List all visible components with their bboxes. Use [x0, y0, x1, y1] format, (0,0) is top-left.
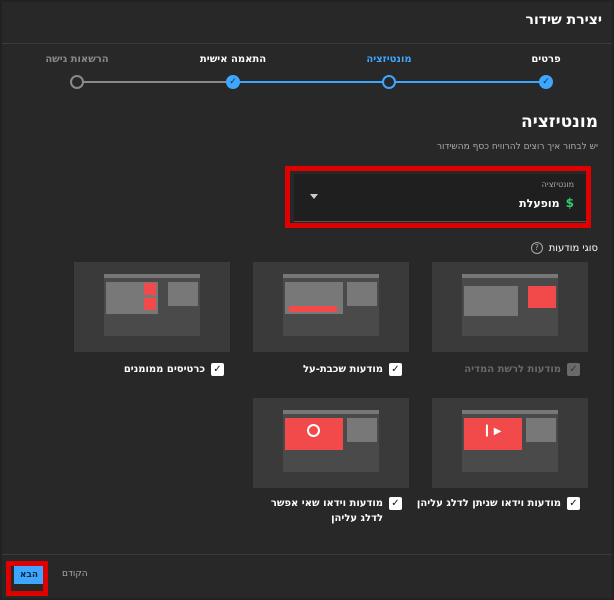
current-step-icon	[382, 75, 396, 89]
step-visibility-label: הרשאות גישה	[45, 54, 109, 65]
pending-step-icon	[70, 75, 84, 89]
ad-option-skippable-label: מודעות וידאו שניתן לדלג עליהן	[416, 498, 561, 509]
overlay-ad-mark	[289, 306, 337, 312]
card-mark-1	[144, 283, 156, 295]
checkbox-skippable[interactable]: ✓	[567, 497, 580, 510]
step-visibility[interactable]: הרשאות גישה	[22, 54, 132, 89]
ad-preview-skippable: ▶▎	[432, 398, 588, 488]
create-stream-dialog: יצירת שידור פרטים ✓ מונטיזציה התאמה אישי…	[0, 0, 614, 600]
section-subtitle: יש לבחור איך רוצים להרוויח כסף מהשידור	[436, 142, 598, 152]
nonskippable-ad-mark	[285, 418, 343, 450]
preview-screen	[104, 274, 200, 336]
step-details[interactable]: פרטים ✓	[491, 54, 601, 89]
stepper-line-pending	[77, 81, 233, 83]
ad-preview-nonskippable	[253, 398, 409, 488]
ad-option-display: ✓ מודעות לרשת המדיה	[464, 362, 580, 377]
section-title: מונטיזציה	[521, 112, 598, 132]
check-icon: ✓	[539, 75, 553, 89]
dialog-footer: הבא הקודם	[2, 554, 612, 598]
ad-types-title: סוגי מודעות	[548, 242, 598, 254]
ad-option-cards[interactable]: ✓ כרטיסים ממומנים	[124, 362, 224, 377]
ad-option-nonskippable-label: מודעות וידאו שאי אפשר לדלג עליהן	[270, 498, 383, 524]
ad-option-nonskippable[interactable]: ✓ מודעות וידאו שאי אפשר לדלג עליהן	[247, 496, 402, 526]
ad-option-cards-label: כרטיסים ממומנים	[123, 364, 205, 375]
checkbox-nonskippable[interactable]: ✓	[389, 497, 402, 510]
timer-icon	[307, 424, 320, 437]
dialog-header: יצירת שידור	[2, 2, 612, 44]
ad-types-heading: סוגי מודעות ?	[530, 242, 598, 254]
ad-option-display-label: מודעות לרשת המדיה	[464, 364, 561, 375]
ad-option-overlay-label: מודעות שכבת-על	[303, 364, 383, 375]
highlight-box-next	[6, 561, 48, 596]
back-button[interactable]: הקודם	[62, 569, 88, 579]
ad-preview-cards	[74, 262, 230, 352]
check-icon: ✓	[226, 75, 240, 89]
preview-screen: ▶▎	[462, 410, 558, 472]
checkbox-display: ✓	[567, 363, 580, 376]
step-details-label: פרטים	[531, 54, 561, 65]
ad-preview-overlay	[253, 262, 409, 352]
preview-screen	[462, 274, 558, 336]
skippable-ad-mark: ▶▎	[464, 418, 522, 450]
step-monetization-label: מונטיזציה	[366, 54, 412, 65]
display-ad-mark	[528, 286, 556, 308]
ad-preview-display	[432, 262, 588, 352]
highlight-box-dropdown	[285, 166, 591, 228]
ad-option-overlay[interactable]: ✓ מודעות שכבת-על	[303, 362, 402, 377]
preview-screen	[283, 410, 379, 472]
stepper: פרטים ✓ מונטיזציה התאמה אישית ✓ הרשאות ג…	[2, 54, 614, 94]
ad-option-skippable[interactable]: ✓ מודעות וידאו שניתן לדלג עליהן	[417, 496, 580, 511]
help-icon[interactable]: ?	[530, 242, 543, 254]
skip-icon: ▶▎	[486, 426, 502, 437]
step-customization[interactable]: התאמה אישית ✓	[178, 54, 288, 89]
checkbox-cards[interactable]: ✓	[211, 363, 224, 376]
card-mark-2	[144, 298, 156, 310]
dialog-title: יצירת שידור	[525, 12, 602, 28]
preview-screen	[283, 274, 379, 336]
checkbox-overlay[interactable]: ✓	[389, 363, 402, 376]
step-customization-label: התאמה אישית	[199, 54, 267, 65]
step-monetization[interactable]: מונטיזציה	[334, 54, 444, 89]
